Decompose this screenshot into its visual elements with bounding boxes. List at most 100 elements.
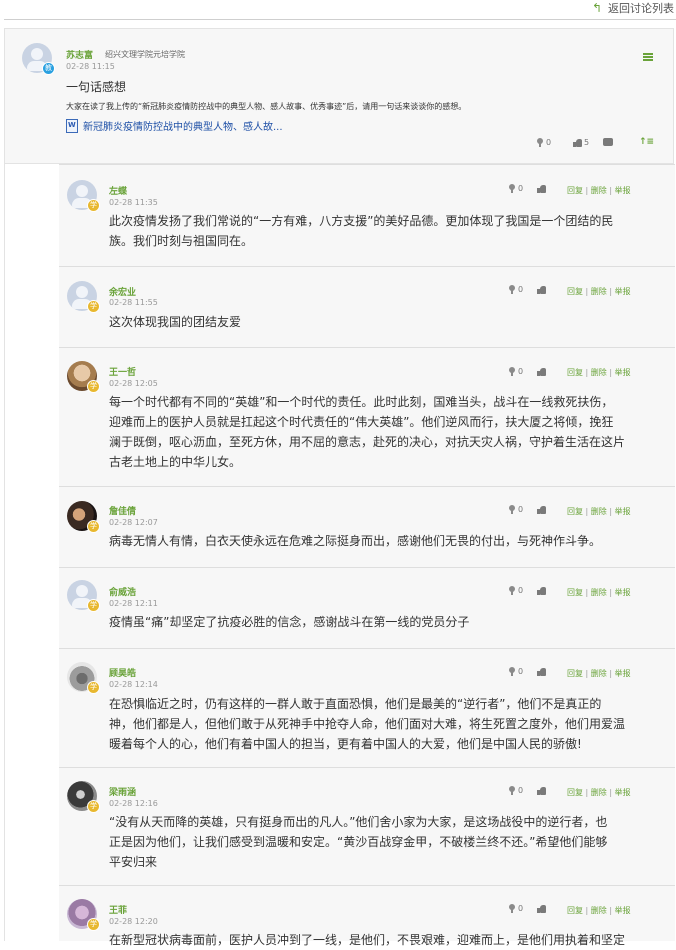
thumbs-up-icon bbox=[537, 586, 547, 595]
reply-time: 02-28 11:35 bbox=[109, 198, 158, 207]
delete-link[interactable]: 删除 bbox=[591, 186, 607, 195]
menu-icon[interactable] bbox=[643, 53, 653, 61]
reply-content: 疫情虽“痛”却坚定了抗疫必胜的信念，感谢战斗在第一线的党员分子 bbox=[109, 615, 470, 629]
reply-author[interactable]: 梁雨涵 bbox=[109, 785, 136, 798]
post-author[interactable]: 苏志富 bbox=[66, 48, 93, 61]
comment-button[interactable] bbox=[603, 138, 613, 146]
reply-author[interactable]: 王一哲 bbox=[109, 365, 136, 378]
reply-content: 此次疫情发扬了我们常说的“一方有难，八方支援”的美好品德。更加体现了我国是一个团… bbox=[109, 214, 614, 248]
flower-button[interactable]: 0 bbox=[508, 285, 523, 294]
delete-link[interactable]: 删除 bbox=[591, 507, 607, 516]
report-link[interactable]: 举报 bbox=[615, 669, 631, 678]
back-to-list-link[interactable]: ↰ 返回讨论列表 bbox=[592, 0, 674, 16]
reply-link[interactable]: 回复 bbox=[567, 906, 583, 915]
flower-icon bbox=[536, 138, 544, 147]
report-link[interactable]: 举报 bbox=[615, 507, 631, 516]
report-link[interactable]: 举报 bbox=[615, 588, 631, 597]
reply-author[interactable]: 余宏业 bbox=[109, 285, 136, 298]
reply-indent bbox=[4, 164, 59, 941]
divider bbox=[4, 19, 676, 20]
reply-time: 02-28 12:20 bbox=[109, 917, 158, 926]
delete-link[interactable]: 删除 bbox=[591, 588, 607, 597]
reply-links: 回复 | 删除 | 举报 bbox=[567, 186, 631, 195]
report-link[interactable]: 举报 bbox=[615, 368, 631, 377]
like-button[interactable]: 5 bbox=[573, 138, 589, 147]
like-button[interactable] bbox=[537, 586, 547, 595]
thumbs-up-icon bbox=[537, 367, 547, 376]
flower-button[interactable]: 0 bbox=[508, 505, 523, 514]
flower-icon bbox=[508, 367, 516, 376]
reply-author[interactable]: 俞威浩 bbox=[109, 585, 136, 598]
avatar[interactable]: 学 bbox=[67, 180, 100, 212]
reply-link[interactable]: 回复 bbox=[567, 669, 583, 678]
teacher-badge: 教 bbox=[42, 62, 55, 75]
avatar[interactable]: 学 bbox=[67, 781, 100, 813]
attachment-link[interactable]: 新冠肺炎疫情防控战中的典型人物、感人故... bbox=[66, 118, 283, 133]
flower-button[interactable]: 0 bbox=[508, 904, 523, 913]
reply-link[interactable]: 回复 bbox=[567, 588, 583, 597]
reply-author[interactable]: 詹佳倩 bbox=[109, 504, 136, 517]
reply-content: 每一个时代都有不同的“英雄”和一个时代的责任。此时此刻，国难当头，战斗在一线救死… bbox=[109, 395, 626, 469]
reply-link[interactable]: 回复 bbox=[567, 507, 583, 516]
word-doc-icon bbox=[66, 118, 78, 133]
like-button[interactable] bbox=[537, 904, 547, 913]
reply-item: 学 顾昊皓 02-28 12:14 0 回复 | 删除 | 举报 在恐惧临近之时… bbox=[59, 648, 675, 767]
flower-button[interactable]: 0 bbox=[508, 367, 523, 376]
avatar[interactable]: 教 bbox=[22, 43, 55, 75]
post-time: 02-28 11:15 bbox=[66, 62, 115, 71]
flower-count: 0 bbox=[518, 367, 524, 376]
reply-links: 回复 | 删除 | 举报 bbox=[567, 507, 631, 516]
flower-count: 0 bbox=[518, 184, 524, 193]
flower-button[interactable]: 0 bbox=[508, 184, 523, 193]
like-button[interactable] bbox=[537, 184, 547, 193]
report-link[interactable]: 举报 bbox=[615, 186, 631, 195]
flower-icon bbox=[508, 505, 516, 514]
delete-link[interactable]: 删除 bbox=[591, 368, 607, 377]
student-badge: 学 bbox=[87, 199, 100, 212]
report-link[interactable]: 举报 bbox=[615, 906, 631, 915]
like-button[interactable] bbox=[537, 786, 547, 795]
delete-link[interactable]: 删除 bbox=[591, 287, 607, 296]
reply-link[interactable]: 回复 bbox=[567, 186, 583, 195]
flower-button[interactable]: 0 bbox=[508, 786, 523, 795]
delete-link[interactable]: 删除 bbox=[591, 906, 607, 915]
avatar[interactable]: 学 bbox=[67, 662, 100, 694]
student-badge: 学 bbox=[87, 599, 100, 612]
student-badge: 学 bbox=[87, 520, 100, 533]
avatar[interactable]: 学 bbox=[67, 281, 100, 313]
flower-icon bbox=[508, 285, 516, 294]
delete-link[interactable]: 删除 bbox=[591, 788, 607, 797]
like-button[interactable] bbox=[537, 505, 547, 514]
avatar[interactable]: 学 bbox=[67, 361, 100, 393]
like-button[interactable] bbox=[537, 285, 547, 294]
reply-links: 回复 | 删除 | 举报 bbox=[567, 588, 631, 597]
avatar[interactable]: 学 bbox=[67, 580, 100, 612]
reply-link[interactable]: 回复 bbox=[567, 287, 583, 296]
flower-count: 0 bbox=[518, 904, 524, 913]
like-button[interactable] bbox=[537, 367, 547, 376]
reply-links: 回复 | 删除 | 举报 bbox=[567, 287, 631, 296]
reply-author[interactable]: 左蝶 bbox=[109, 184, 127, 197]
top-button[interactable]: ↑≡ bbox=[639, 137, 654, 147]
reply-link[interactable]: 回复 bbox=[567, 368, 583, 377]
reply-item: 学 左蝶 02-28 11:35 0 回复 | 删除 | 举报 此次疫情发扬了我… bbox=[59, 164, 675, 266]
reply-links: 回复 | 删除 | 举报 bbox=[567, 368, 631, 377]
flower-button[interactable]: 0 bbox=[536, 138, 551, 147]
flower-button[interactable]: 0 bbox=[508, 667, 523, 676]
avatar[interactable]: 学 bbox=[67, 899, 100, 931]
like-button[interactable] bbox=[537, 667, 547, 676]
student-badge: 学 bbox=[87, 380, 100, 393]
avatar[interactable]: 学 bbox=[67, 501, 100, 533]
student-badge: 学 bbox=[87, 300, 100, 313]
attachment-title: 新冠肺炎疫情防控战中的典型人物、感人故... bbox=[83, 122, 283, 133]
flower-icon bbox=[508, 586, 516, 595]
report-link[interactable]: 举报 bbox=[615, 287, 631, 296]
report-link[interactable]: 举报 bbox=[615, 788, 631, 797]
reply-author[interactable]: 王菲 bbox=[109, 903, 127, 916]
delete-link[interactable]: 删除 bbox=[591, 669, 607, 678]
reply-item: 学 王一哲 02-28 12:05 0 回复 | 删除 | 举报 每一个时代都有… bbox=[59, 347, 675, 486]
reply-author[interactable]: 顾昊皓 bbox=[109, 666, 136, 679]
flower-button[interactable]: 0 bbox=[508, 586, 523, 595]
reply-content: 病毒无情人有情，白衣天使永远在危难之际挺身而出，感谢他们无畏的付出，与死神作斗争… bbox=[109, 534, 602, 548]
reply-link[interactable]: 回复 bbox=[567, 788, 583, 797]
